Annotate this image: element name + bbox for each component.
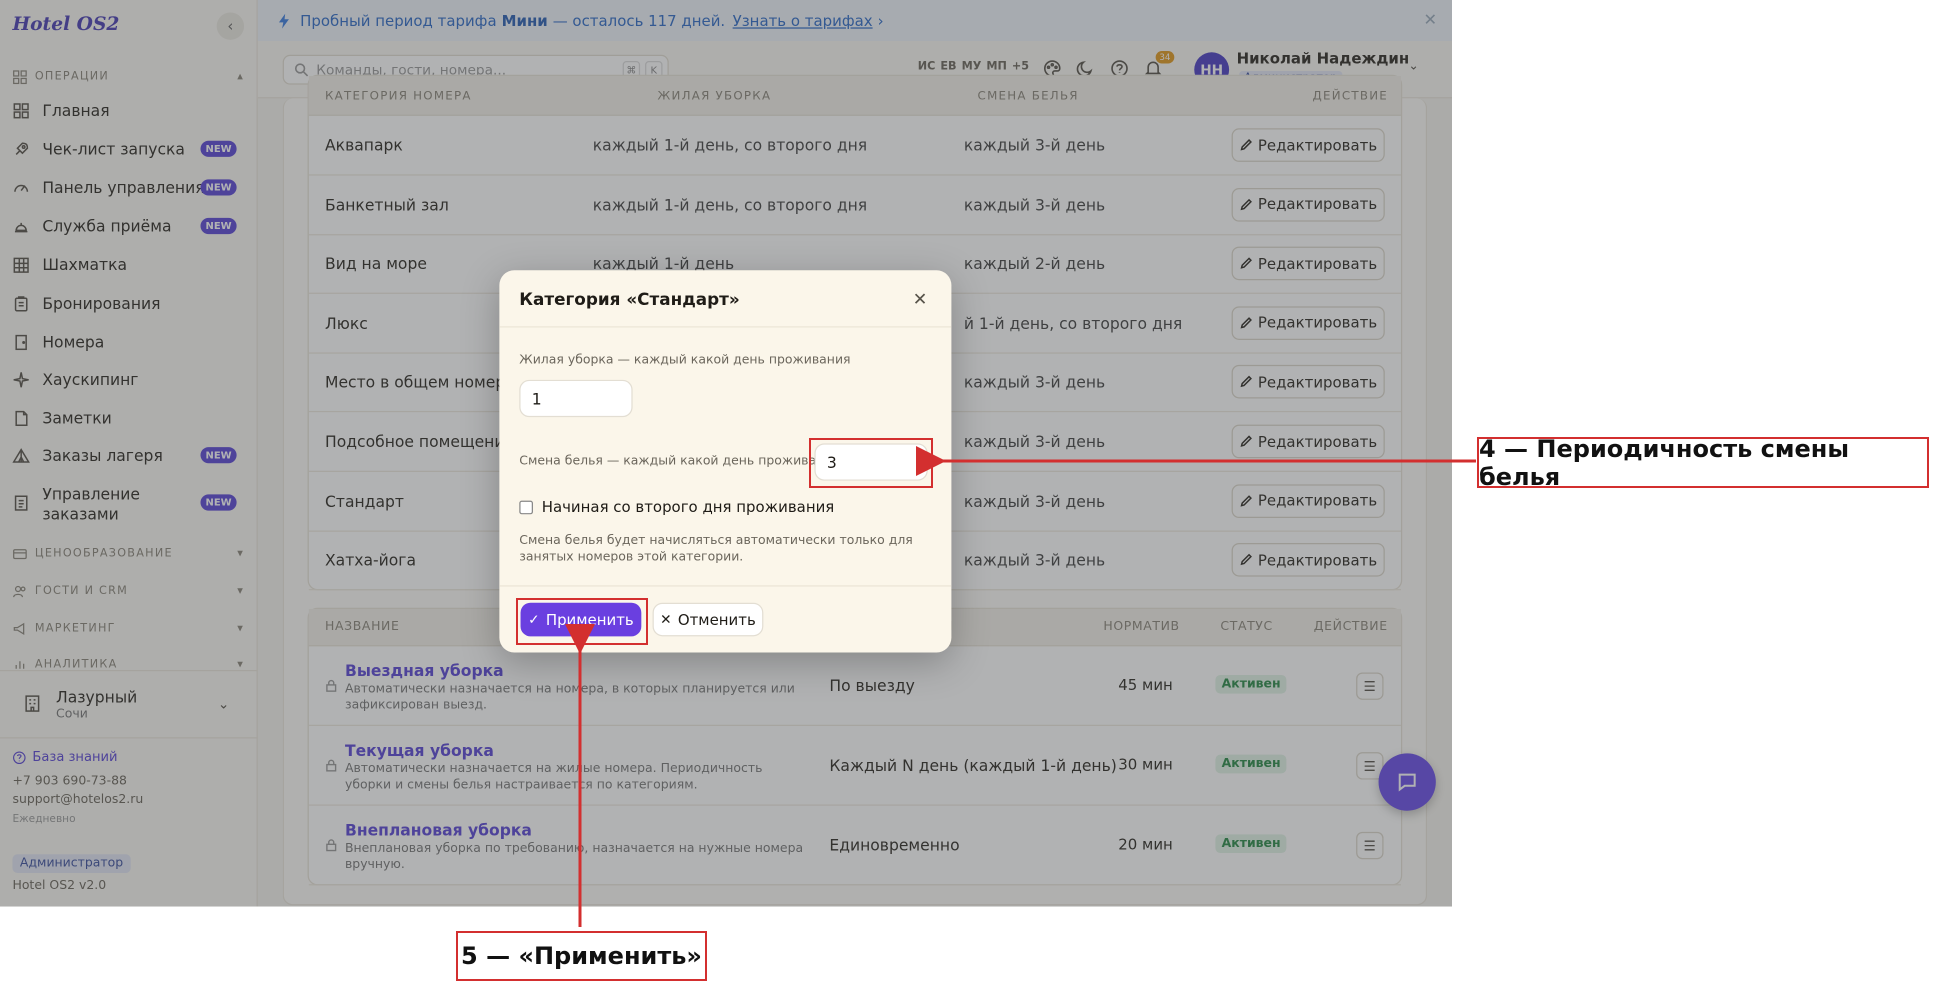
divider <box>499 585 952 587</box>
divider <box>499 326 952 328</box>
close-icon[interactable]: ✕ <box>913 290 928 310</box>
callout-step-5: 5 — «Применить» <box>456 931 707 981</box>
linen-interval-label: Смена белья — каждый какой день проживан… <box>519 454 840 469</box>
cleaning-interval-input[interactable]: 1 <box>519 379 633 418</box>
checkbox-label: Начиная со второго дня проживания <box>541 498 835 516</box>
app-window: Hotel OS2 ‹ ОПЕРАЦИИ ▴ Главная Чек-лист … <box>0 0 1453 907</box>
highlight-apply-button <box>516 598 648 645</box>
close-icon: ✕ <box>660 611 672 628</box>
from-second-day-checkbox[interactable]: Начиная со второго дня проживания <box>519 498 835 516</box>
highlight-linen-input <box>809 438 933 488</box>
checkbox-box[interactable] <box>519 499 533 514</box>
callout-step-4: 4 — Периодичность смены белья <box>1477 435 1929 491</box>
dialog-title: Категория «Стандарт» <box>519 290 740 311</box>
cleaning-interval-label: Жилая уборка — каждый какой день прожива… <box>519 353 851 368</box>
linen-hint: Смена белья будет начисляться автоматиче… <box>519 534 913 565</box>
cancel-button[interactable]: ✕ Отменить <box>652 602 764 637</box>
cancel-label: Отменить <box>677 610 756 629</box>
screenshot-stage: Hotel OS2 ‹ ОПЕРАЦИИ ▴ Главная Чек-лист … <box>0 0 1937 997</box>
